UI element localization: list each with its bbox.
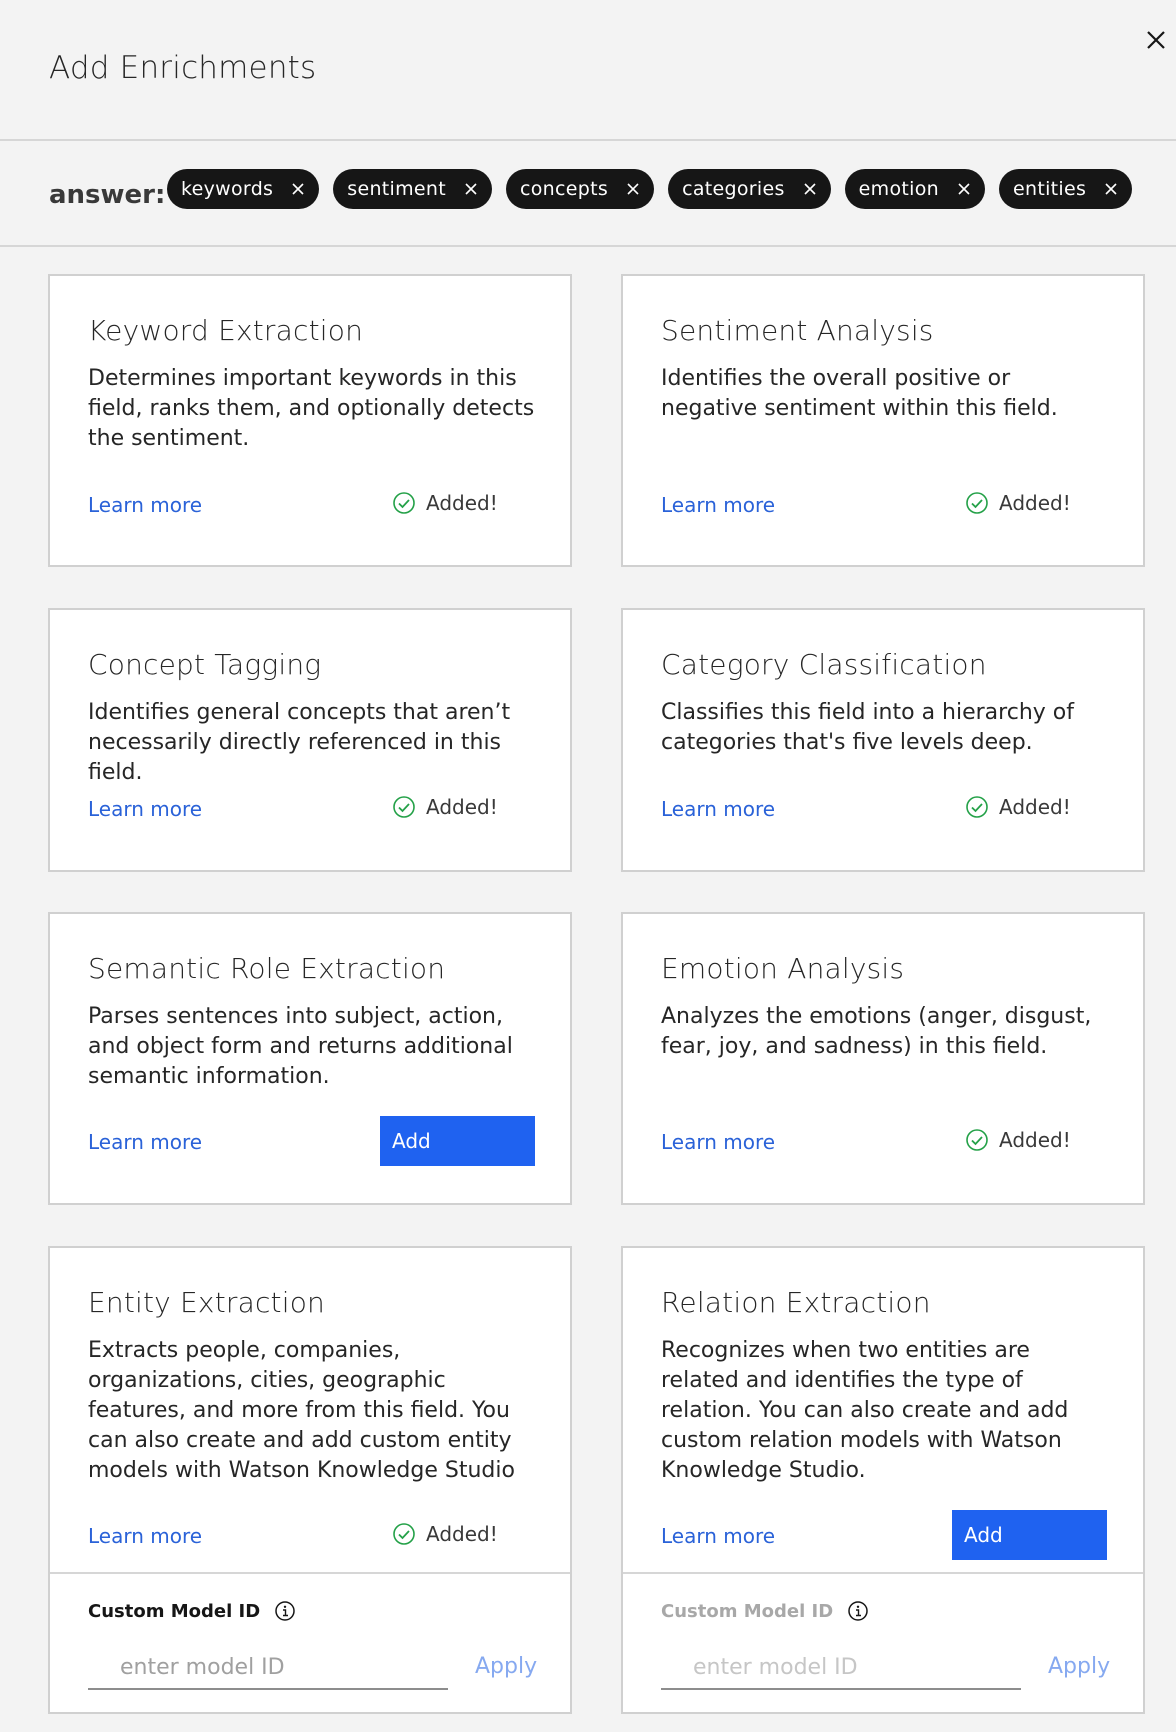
tag-keywords: keywords xyxy=(167,169,320,209)
check-circle-icon xyxy=(393,796,415,818)
remove-tag-icon[interactable] xyxy=(462,180,480,198)
learn-more-link[interactable]: Learn more xyxy=(88,1130,202,1154)
remove-tag-icon[interactable] xyxy=(289,180,307,198)
card-title: Sentiment Analysis xyxy=(661,314,934,347)
added-status: Added! xyxy=(965,795,1071,819)
card-description: Classifies this field into a hierarchy o… xyxy=(661,700,1074,755)
tag-label: entities xyxy=(1013,178,1087,200)
check-circle-icon xyxy=(966,492,988,514)
tag-categories: categories xyxy=(668,169,831,209)
added-status: Added! xyxy=(392,795,498,819)
add-button[interactable]: Add xyxy=(380,1116,535,1166)
remove-tag-icon[interactable] xyxy=(624,180,642,198)
added-status: Added! xyxy=(392,1522,498,1546)
card-description: Extracts people, companies, organization… xyxy=(88,1338,515,1483)
tag-list: keywords sentiment concepts categories e… xyxy=(167,169,1146,209)
enrichment-card-sentiment-analysis: Sentiment Analysis Identifies the overal… xyxy=(621,274,1145,567)
card-description: Parses sentences into subject, action, a… xyxy=(88,1004,513,1089)
learn-more-link[interactable]: Learn more xyxy=(661,1130,775,1154)
added-label: Added! xyxy=(999,1128,1071,1152)
custom-model-section: Custom Model ID Apply xyxy=(50,1572,570,1712)
added-status: Added! xyxy=(392,491,498,515)
custom-model-label: Custom Model ID xyxy=(661,1600,869,1622)
card-title: Emotion Analysis xyxy=(661,952,905,985)
tag-concepts: concepts xyxy=(506,169,655,209)
card-title: Relation Extraction xyxy=(661,1286,931,1319)
tag-label: concepts xyxy=(520,178,609,200)
card-description: Identifies general concepts that aren’t … xyxy=(88,700,511,785)
check-circle-icon xyxy=(966,796,988,818)
card-title: Keyword Extraction xyxy=(88,314,364,347)
dialog-title: Add Enrichments xyxy=(49,50,317,86)
custom-model-label: Custom Model ID xyxy=(88,1600,296,1622)
learn-more-link[interactable]: Learn more xyxy=(88,797,202,821)
added-label: Added! xyxy=(999,491,1071,515)
tag-sentiment: sentiment xyxy=(333,169,493,209)
enrichment-card-category-classification: Category Classification Classifies this … xyxy=(621,608,1145,872)
remove-tag-icon[interactable] xyxy=(801,180,819,198)
added-label: Added! xyxy=(999,795,1071,819)
tag-entities: entities xyxy=(999,169,1133,209)
remove-tag-icon[interactable] xyxy=(955,180,973,198)
card-title: Entity Extraction xyxy=(88,1286,325,1319)
apply-button[interactable]: Apply xyxy=(475,1654,537,1679)
tag-label: categories xyxy=(682,178,785,200)
added-label: Added! xyxy=(426,795,498,819)
custom-model-label-text: Custom Model ID xyxy=(88,1600,261,1622)
card-description: Identifies the overall positive or negat… xyxy=(661,366,1058,421)
custom-model-label-text: Custom Model ID xyxy=(661,1600,834,1622)
info-icon[interactable] xyxy=(274,1600,296,1622)
remove-tag-icon[interactable] xyxy=(1102,180,1120,198)
custom-model-section: Custom Model ID Apply xyxy=(623,1572,1143,1712)
card-description: Recognizes when two entities are related… xyxy=(661,1338,1069,1483)
add-button[interactable]: Add xyxy=(952,1510,1107,1560)
enrichment-card-concept-tagging: Concept Tagging Identifies general conce… xyxy=(48,608,572,872)
tag-emotion: emotion xyxy=(844,169,985,209)
dialog-header: Add Enrichments xyxy=(0,0,1176,141)
enrichment-card-relation-extraction: Relation Extraction Recognizes when two … xyxy=(621,1246,1145,1714)
enrichment-card-keyword-extraction: Keyword Extraction Determines important … xyxy=(48,274,572,567)
learn-more-link[interactable]: Learn more xyxy=(88,1524,202,1548)
card-title: Semantic Role Extraction xyxy=(88,952,446,985)
tag-label: emotion xyxy=(858,178,939,200)
check-circle-icon xyxy=(393,1523,415,1545)
card-title: Concept Tagging xyxy=(88,648,322,681)
tag-label: keywords xyxy=(181,178,274,200)
close-button[interactable] xyxy=(1142,26,1170,54)
enrichment-card-emotion-analysis: Emotion Analysis Analyzes the emotions (… xyxy=(621,912,1145,1205)
enrichment-card-semantic-role-extraction: Semantic Role Extraction Parses sentence… xyxy=(48,912,572,1205)
added-label: Added! xyxy=(426,491,498,515)
check-circle-icon xyxy=(393,492,415,514)
custom-model-id-input[interactable] xyxy=(88,1646,448,1690)
learn-more-link[interactable]: Learn more xyxy=(661,797,775,821)
added-status: Added! xyxy=(965,491,1071,515)
field-label: answer: xyxy=(49,180,166,210)
apply-button[interactable]: Apply xyxy=(1048,1654,1110,1679)
field-tag-bar: answer: keywords sentiment concepts cate… xyxy=(0,141,1176,247)
info-icon[interactable] xyxy=(847,1600,869,1622)
card-description: Analyzes the emotions (anger, disgust, f… xyxy=(661,1004,1092,1059)
tag-label: sentiment xyxy=(347,178,447,200)
card-description: Determines important keywords in this fi… xyxy=(88,366,535,451)
check-circle-icon xyxy=(966,1129,988,1151)
learn-more-link[interactable]: Learn more xyxy=(661,1524,775,1548)
learn-more-link[interactable]: Learn more xyxy=(661,493,775,517)
added-status: Added! xyxy=(965,1128,1071,1152)
close-icon xyxy=(1147,31,1165,49)
card-title: Category Classification xyxy=(661,648,987,681)
added-label: Added! xyxy=(426,1522,498,1546)
enrichment-card-entity-extraction: Entity Extraction Extracts people, compa… xyxy=(48,1246,572,1714)
custom-model-id-input[interactable] xyxy=(661,1646,1021,1690)
learn-more-link[interactable]: Learn more xyxy=(88,493,202,517)
